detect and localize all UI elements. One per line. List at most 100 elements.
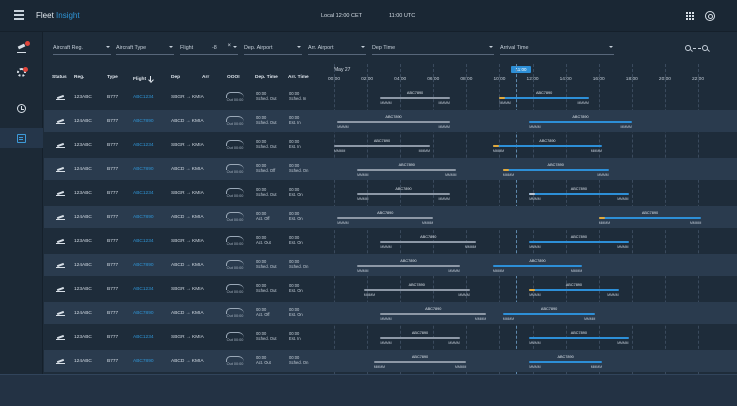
header-oooi[interactable]: OOOI — [227, 75, 240, 80]
flight-link[interactable]: ABC1234 — [133, 326, 154, 348]
flight-bar[interactable]: ABC7890 MMMM MMMM — [337, 211, 434, 225]
header-dep[interactable]: Dep — [171, 75, 180, 80]
header-flight-label: Flight — [133, 77, 147, 82]
flight-bar[interactable]: ABC7890 MMMM MMMM — [380, 331, 460, 345]
aircraft-type-filter[interactable]: Aircraft Type — [116, 41, 174, 55]
flight-bar-label: ABC7890 — [572, 114, 589, 119]
flight-bar-origin: MMMM — [334, 148, 346, 153]
flight-bar[interactable]: ABC7890 MMMM MMMM — [357, 187, 450, 201]
gantt-track: ABC7890 MMMM MMMM ABC7890 MMMM MMMM — [321, 86, 737, 108]
table-row[interactable]: 123ABC B777 ABC1234 SBGR → KMIA Out 00:00 00:… — [44, 134, 737, 156]
sidebar-item-departures[interactable] — [0, 38, 43, 58]
flight-bar[interactable]: ABC7890 MMMM MMMM — [598, 211, 702, 225]
flight-bar-origin: MMMM — [357, 268, 369, 273]
header-type[interactable]: Type — [107, 75, 118, 80]
table-row[interactable]: 123ABC B777 ABC1234 SBGR → KMIA Out 00:00 00:… — [44, 230, 737, 252]
header-flight[interactable]: Flight — [133, 75, 153, 82]
flight-link[interactable]: ABC7890 — [133, 350, 154, 372]
flight-bar-origin: MMMM — [380, 244, 392, 249]
table-row[interactable]: 124ABC B777 ABC7890 ABCD → KMIA Out 00:00 00:… — [44, 110, 737, 132]
dep-time-filter[interactable]: Dep Time — [372, 41, 494, 55]
flight-bar[interactable]: ABC7890 MMMM MMMM — [380, 307, 487, 321]
table-row[interactable]: 124ABC B777 ABC7890 ABCD → KMIA Out 00:00 00:… — [44, 158, 737, 180]
header-status[interactable]: Status — [52, 75, 67, 80]
flight-bar[interactable]: ABC7890 MMMM MMMM — [529, 331, 629, 345]
aircraft-reg-filter[interactable]: Aircraft Reg. — [53, 41, 111, 55]
reg-cell: 124ABC — [74, 262, 92, 268]
table-row[interactable]: 124ABC B777 ABC7890 ABCD → KMIA Out 00:00 00:… — [44, 254, 737, 276]
table-row[interactable]: 124ABC B777 ABC7890 ABCD → KMIA Out 00:00 00:… — [44, 302, 737, 324]
zoom-in-icon[interactable] — [702, 45, 708, 51]
flight-link[interactable]: ABC7890 — [133, 206, 154, 228]
flight-bar[interactable]: ABC7890 MMMM MMMM — [380, 235, 477, 249]
user-icon[interactable] — [705, 11, 715, 21]
flight-link[interactable]: ABC7890 — [133, 158, 154, 180]
flight-bar[interactable]: ABC7890 MMMM MMMM — [337, 115, 450, 129]
flight-bar-origin: MMMM — [337, 220, 349, 225]
flight-bar[interactable]: ABC7890 MMMM MMMM — [529, 283, 619, 297]
grid-icon[interactable] — [686, 12, 694, 20]
gantt-track: ABC7890 MMMM MMMM ABC7890 MMMM MMMM — [321, 206, 737, 228]
arrival-time-filter[interactable]: Arrival Time — [500, 41, 614, 55]
oooi-cell: Out 00:00 — [226, 134, 244, 156]
flight-link[interactable]: ABC7890 — [133, 254, 154, 276]
header-arr[interactable]: Arr — [202, 75, 209, 80]
dep-time-type: Sched. Out — [256, 192, 277, 197]
clear-icon[interactable]: × — [227, 43, 231, 49]
flight-bar[interactable]: ABC7890 MMMM MMMM — [529, 115, 632, 129]
flight-bar[interactable]: ABC7890 MMMM MMMM — [529, 187, 629, 201]
flight-bar[interactable]: ABC7890 MMMM MMMM — [357, 259, 460, 273]
flight-link[interactable]: ABC1234 — [133, 86, 154, 108]
flight-label: Flight — [180, 45, 194, 51]
arr-airport-filter[interactable]: Arr. Airport — [308, 41, 366, 55]
flight-bar[interactable]: ABC7890 MMMM MMMM — [492, 139, 603, 153]
table-row[interactable]: 124ABC B777 ABC7890 ABCD → KMIA Out 00:00 00:… — [44, 206, 737, 228]
type-cell: B777 — [107, 214, 119, 220]
flight-bar-destination: MMMM — [438, 100, 450, 105]
flight-bar[interactable]: ABC7890 MMMM MMMM — [502, 307, 596, 321]
header-reg[interactable]: Reg. — [74, 75, 84, 80]
flight-link[interactable]: ABC1234 — [133, 182, 154, 204]
flight-link[interactable]: ABC1234 — [133, 230, 154, 252]
table-row[interactable]: 123ABC B777 ABC1234 SBGR → KMIA Out 00:00 00:… — [44, 278, 737, 300]
table-row[interactable]: 123ABC B777 ABC1234 SBGR → KMIA Out 00:00 00:… — [44, 182, 737, 204]
flight-bar[interactable]: ABC7890 MMMM MMMM — [380, 91, 450, 105]
flight-bar-destination: MMMM — [617, 244, 629, 249]
zoom-out-icon[interactable] — [685, 45, 691, 51]
flight-bar[interactable]: ABC7890 MMMM MMMM — [492, 259, 583, 273]
sidebar-item-settings[interactable] — [0, 62, 43, 82]
departed-icon — [56, 215, 65, 220]
flight-bar[interactable]: ABC7890 MMMM MMMM — [373, 355, 467, 369]
dep-airport-filter[interactable]: Dep. Airport — [244, 41, 302, 55]
sidebar-item-schedule[interactable] — [0, 128, 43, 148]
flight-bar[interactable]: ABC7890 MMMM MMMM — [502, 163, 609, 177]
flight-filter[interactable]: Flight -8 × — [180, 41, 238, 55]
type-cell: B777 — [107, 142, 119, 148]
flight-link[interactable]: ABC1234 — [133, 278, 154, 300]
header-arr-time[interactable]: Arr. Time — [288, 75, 309, 80]
oooi-cell: Out 00:00 — [226, 326, 244, 348]
flight-link[interactable]: ABC1234 — [133, 134, 154, 156]
flight-bar[interactable]: ABC7890 MMMM MMMM — [529, 355, 603, 369]
menu-icon[interactable] — [14, 10, 24, 20]
status-cell — [56, 206, 65, 228]
arr-time-type: Sched. On — [289, 264, 309, 269]
table-row[interactable]: 124ABC B777 ABC7890 ABCD → KMIA Out 00:00 00:… — [44, 350, 737, 372]
top-app-bar: Fleet Insight Local 12:00 CET 11:00 UTC — [0, 0, 737, 32]
flight-bar[interactable]: ABC7890 MMMM MMMM — [499, 91, 589, 105]
zoom-control[interactable] — [685, 45, 709, 54]
flight-bar[interactable]: ABC7890 MMMM MMMM — [357, 163, 457, 177]
flight-bar-label: ABC7890 — [420, 234, 437, 239]
table-row[interactable]: 123ABC B777 ABC1234 SBGR → KMIA Out 00:00 00:… — [44, 326, 737, 348]
table-row[interactable]: 123ABC B777 ABC1234 SBGR → KMIA Out 00:00 00:… — [44, 86, 737, 108]
flight-bar-origin: MMMM — [337, 124, 349, 129]
header-dep-time[interactable]: Dep. Time — [255, 75, 278, 80]
flight-bar[interactable]: ABC7890 MMMM MMMM — [334, 139, 430, 153]
dep-time-type: Sched. Out — [256, 288, 277, 293]
flight-link[interactable]: ABC7890 — [133, 302, 154, 324]
flight-bar[interactable]: ABC7890 MMMM MMMM — [529, 235, 629, 249]
table-header: Status Reg. Type Flight Dep Arr OOOI Dep… — [44, 69, 321, 85]
flight-bar[interactable]: ABC7890 MMMM MMMM — [363, 283, 470, 297]
sidebar-item-history[interactable] — [0, 98, 43, 118]
flight-link[interactable]: ABC7890 — [133, 110, 154, 132]
